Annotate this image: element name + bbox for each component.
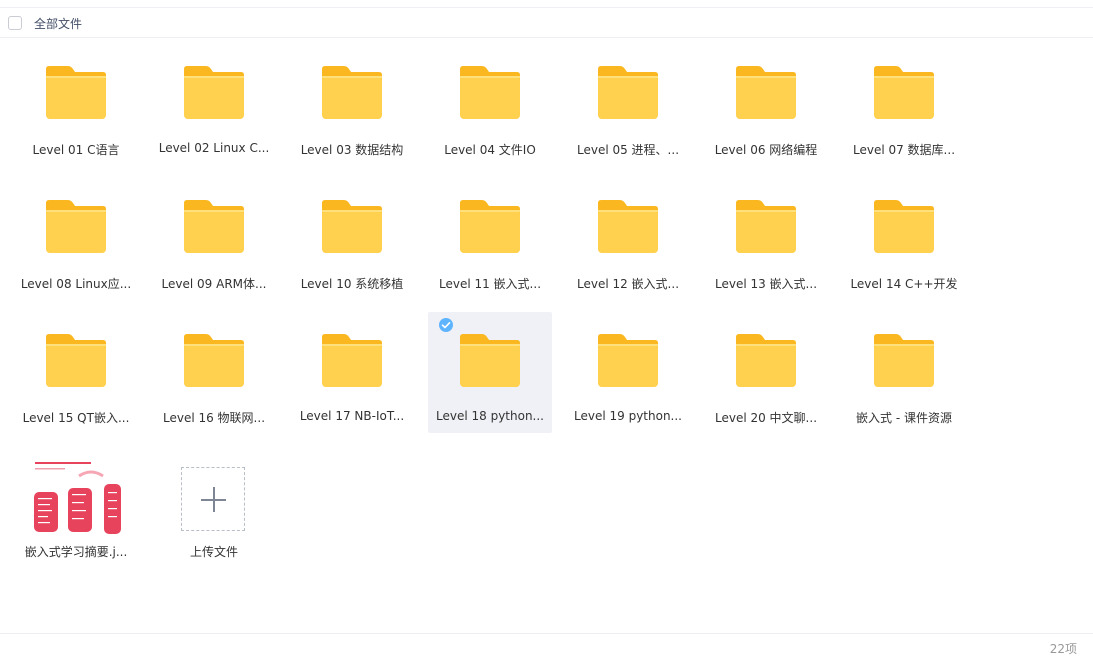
folder-icon: [874, 66, 934, 119]
folder-icon: [46, 200, 106, 253]
folder-icon: [460, 200, 520, 253]
folder-tile[interactable]: Level 18 python...: [428, 312, 552, 433]
file-name: Level 04 文件IO: [444, 143, 536, 157]
folder-tile[interactable]: Level 03 数据结构: [290, 44, 414, 165]
folder-tile[interactable]: Level 17 NB-IoT...: [290, 312, 414, 433]
folder-tile[interactable]: Level 16 物联网...: [152, 312, 276, 433]
upload-file-tile[interactable]: 上传文件: [152, 446, 276, 567]
file-name: 嵌入式 - 课件资源: [856, 411, 952, 425]
folder-tile[interactable]: Level 02 Linux C...: [152, 44, 276, 165]
folder-tile[interactable]: Level 05 进程、...: [566, 44, 690, 165]
file-name: Level 18 python...: [436, 409, 544, 423]
folder-tile[interactable]: Level 06 网络编程: [704, 44, 828, 165]
folder-icon: [598, 66, 658, 119]
file-name: Level 16 物联网...: [162, 411, 266, 425]
folder-tile[interactable]: Level 10 系统移植: [290, 178, 414, 299]
select-all-checkbox[interactable]: [8, 16, 22, 30]
folder-icon: [184, 334, 244, 387]
file-name: Level 17 NB-IoT...: [299, 409, 405, 423]
file-name: Level 11 嵌入式...: [438, 277, 542, 291]
file-name: 嵌入式学习摘要.j...: [24, 545, 128, 559]
image-file-tile[interactable]: 嵌入式学习摘要.j...: [14, 446, 138, 567]
file-name: Level 07 数据库...: [852, 143, 956, 157]
folder-icon: [460, 334, 520, 387]
folder-tile[interactable]: Level 12 嵌入式...: [566, 178, 690, 299]
folder-icon: [736, 200, 796, 253]
folder-tile[interactable]: 嵌入式 - 课件资源: [842, 312, 966, 433]
folder-icon: [598, 200, 658, 253]
select-all-label[interactable]: 全部文件: [34, 15, 82, 32]
plus-icon[interactable]: [181, 467, 245, 531]
folder-icon: [874, 200, 934, 253]
folder-icon: [736, 334, 796, 387]
file-name: Level 03 数据结构: [300, 143, 404, 157]
folder-tile[interactable]: Level 11 嵌入式...: [428, 178, 552, 299]
file-list-header: 全部文件: [0, 8, 1093, 38]
folder-tile[interactable]: Level 13 嵌入式...: [704, 178, 828, 299]
file-name: Level 15 QT嵌入...: [22, 411, 130, 425]
file-name: Level 19 python...: [574, 409, 682, 423]
folder-tile[interactable]: Level 09 ARM体...: [152, 178, 276, 299]
footer-divider: [0, 633, 1093, 634]
folder-icon: [46, 334, 106, 387]
image-thumbnail: [31, 462, 121, 534]
folder-tile[interactable]: Level 15 QT嵌入...: [14, 312, 138, 433]
folder-tile[interactable]: Level 20 中文聊...: [704, 312, 828, 433]
folder-icon: [874, 334, 934, 387]
folder-icon: [46, 66, 106, 119]
folder-icon: [460, 66, 520, 119]
folder-tile[interactable]: Level 08 Linux应...: [14, 178, 138, 299]
file-name: Level 02 Linux C...: [158, 141, 270, 155]
folder-icon: [322, 66, 382, 119]
file-name: Level 06 网络编程: [714, 143, 818, 157]
folder-icon: [184, 66, 244, 119]
file-name: Level 12 嵌入式...: [576, 277, 680, 291]
folder-tile[interactable]: Level 01 C语言: [14, 44, 138, 165]
file-name: Level 10 系统移植: [300, 277, 404, 291]
folder-icon: [322, 334, 382, 387]
folder-icon: [322, 200, 382, 253]
folder-icon: [184, 200, 244, 253]
file-name: Level 01 C语言: [32, 143, 120, 157]
folder-tile[interactable]: Level 19 python...: [566, 312, 690, 433]
file-name: 上传文件: [189, 545, 238, 559]
item-count: 22项: [1049, 642, 1077, 656]
file-name: Level 13 嵌入式...: [714, 277, 818, 291]
file-name: Level 14 C++开发: [850, 277, 958, 291]
folder-icon: [736, 66, 796, 119]
folder-icon: [598, 334, 658, 387]
folder-tile[interactable]: Level 14 C++开发: [842, 178, 966, 299]
file-name: Level 20 中文聊...: [714, 411, 818, 425]
folder-tile[interactable]: Level 04 文件IO: [428, 44, 552, 165]
file-name: Level 09 ARM体...: [161, 277, 267, 291]
check-circle-icon[interactable]: [439, 318, 453, 332]
folder-tile[interactable]: Level 07 数据库...: [842, 44, 966, 165]
file-name: Level 08 Linux应...: [20, 277, 132, 291]
file-name: Level 05 进程、...: [576, 143, 680, 157]
